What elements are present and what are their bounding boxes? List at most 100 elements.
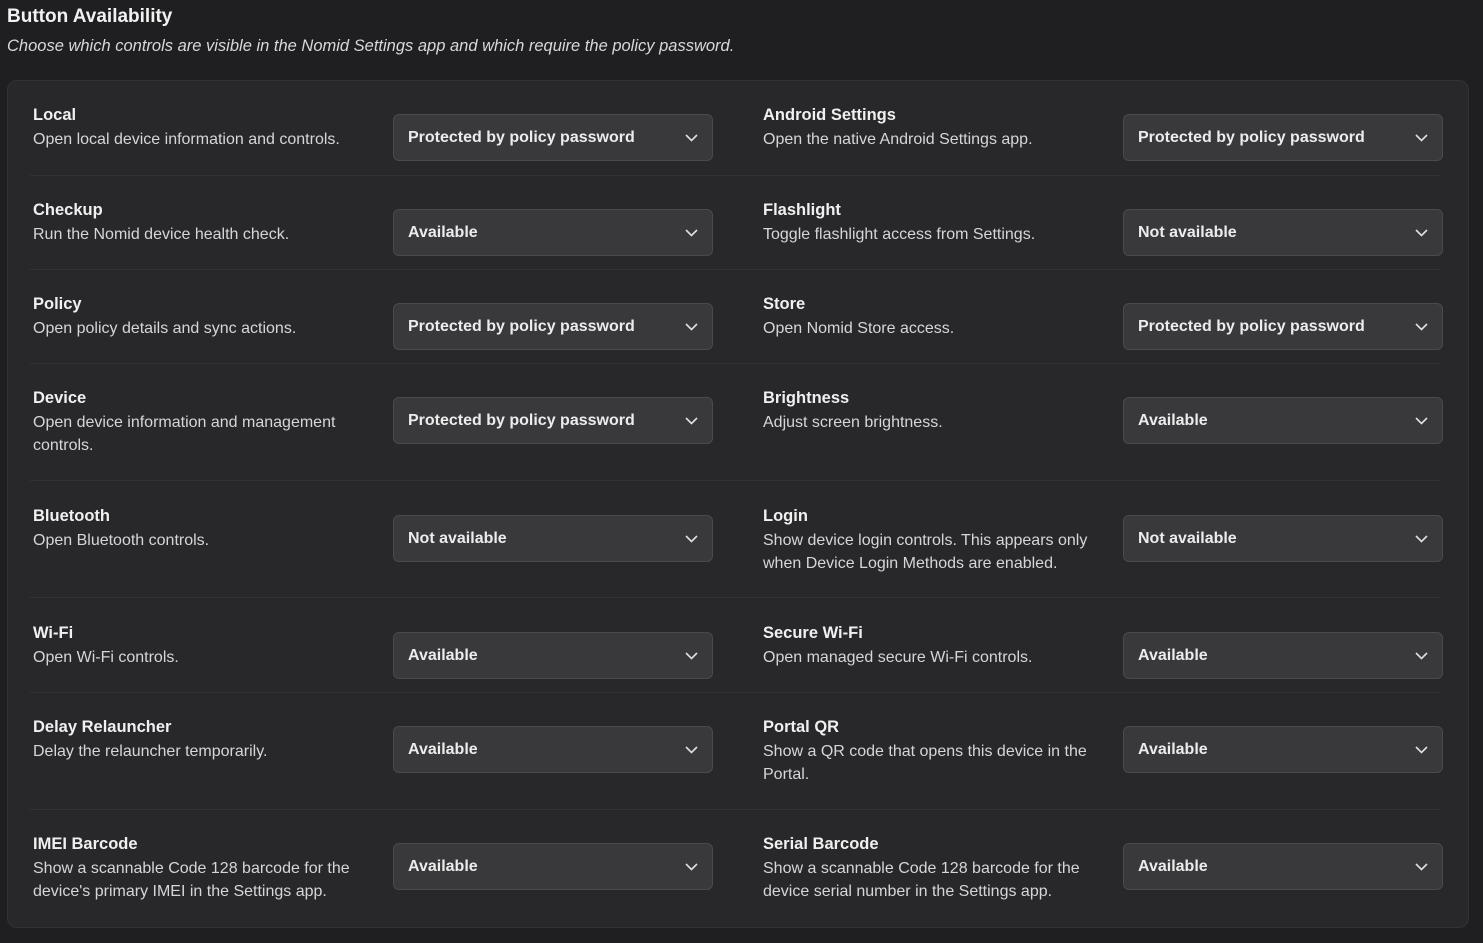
local-availability-select[interactable]: Protected by policy password <box>393 114 713 161</box>
setting-label: Local <box>33 106 77 124</box>
chevron-down-icon <box>1414 226 1428 240</box>
setting-description: Show a scannable Code 128 barcode for th… <box>33 860 350 900</box>
setting-bluetooth: Bluetooth Open Bluetooth controls. <box>33 492 373 552</box>
page-title: Button Availability <box>7 6 173 27</box>
chevron-down-icon <box>684 649 698 663</box>
select-value: Not available <box>1138 529 1237 547</box>
chevron-down-icon <box>684 743 698 757</box>
chevron-down-icon <box>684 226 698 240</box>
setting-imei-barcode: IMEI Barcode Show a scannable Code 128 b… <box>33 820 373 903</box>
chevron-down-icon <box>1414 320 1428 334</box>
setting-description: Open local device information and contro… <box>33 131 340 148</box>
setting-label: Bluetooth <box>33 507 110 525</box>
select-value: Available <box>1138 646 1208 664</box>
setting-portal-qr: Portal QR Show a QR code that opens this… <box>763 703 1103 786</box>
setting-device: Device Open device information and manag… <box>33 374 373 457</box>
setting-label: IMEI Barcode <box>33 835 138 853</box>
chevron-down-icon <box>1414 532 1428 546</box>
setting-policy: Policy Open policy details and sync acti… <box>33 280 373 340</box>
chevron-down-icon <box>684 532 698 546</box>
imei-barcode-availability-select[interactable]: Available <box>393 843 713 890</box>
android-settings-availability-select[interactable]: Protected by policy password <box>1123 114 1443 161</box>
setting-description: Open Wi-Fi controls. <box>33 649 179 666</box>
chevron-down-icon <box>684 414 698 428</box>
setting-description: Run the Nomid device health check. <box>33 226 290 243</box>
setting-description: Open policy details and sync actions. <box>33 320 297 337</box>
setting-description: Delay the relauncher temporarily. <box>33 743 268 760</box>
policy-availability-select[interactable]: Protected by policy password <box>393 303 713 350</box>
select-value: Not available <box>408 529 507 547</box>
brightness-availability-select[interactable]: Available <box>1123 397 1443 444</box>
row-divider <box>30 480 1440 481</box>
portal-qr-availability-select[interactable]: Available <box>1123 726 1443 773</box>
serial-barcode-availability-select[interactable]: Available <box>1123 843 1443 890</box>
setting-label: Serial Barcode <box>763 835 879 853</box>
setting-secure-wifi: Secure Wi-Fi Open managed secure Wi-Fi c… <box>763 609 1103 669</box>
select-value: Protected by policy password <box>408 128 635 146</box>
setting-flashlight: Flashlight Toggle flashlight access from… <box>763 186 1103 246</box>
chevron-down-icon <box>1414 860 1428 874</box>
secure-wifi-availability-select[interactable]: Available <box>1123 632 1443 679</box>
row-divider <box>30 269 1440 270</box>
setting-label: Store <box>763 295 806 313</box>
setting-description: Open Bluetooth controls. <box>33 532 210 549</box>
setting-description: Open managed secure Wi-Fi controls. <box>763 649 1033 666</box>
select-value: Protected by policy password <box>1138 317 1365 335</box>
row-divider <box>30 809 1440 810</box>
setting-label: Wi-Fi <box>33 624 74 642</box>
setting-label: Flashlight <box>763 201 841 219</box>
setting-description: Toggle flashlight access from Settings. <box>763 226 1036 243</box>
setting-label: Policy <box>33 295 82 313</box>
page-header: Button Availability Choose which control… <box>7 5 734 56</box>
login-availability-select[interactable]: Not available <box>1123 515 1443 562</box>
row-divider <box>30 175 1440 176</box>
setting-label: Device <box>33 389 87 407</box>
setting-serial-barcode: Serial Barcode Show a scannable Code 128… <box>763 820 1103 903</box>
setting-login: Login Show device login controls. This a… <box>763 492 1103 575</box>
setting-label: Portal QR <box>763 718 840 736</box>
chevron-down-icon <box>684 860 698 874</box>
chevron-down-icon <box>684 131 698 145</box>
select-value: Not available <box>1138 223 1237 241</box>
select-value: Protected by policy password <box>408 317 635 335</box>
setting-store: Store Open Nomid Store access. <box>763 280 1103 340</box>
setting-checkup: Checkup Run the Nomid device health chec… <box>33 186 373 246</box>
chevron-down-icon <box>1414 414 1428 428</box>
setting-label: Android Settings <box>763 106 896 124</box>
chevron-down-icon <box>1414 649 1428 663</box>
chevron-down-icon <box>1414 743 1428 757</box>
setting-description: Open the native Android Settings app. <box>763 131 1033 148</box>
row-divider <box>30 363 1440 364</box>
row-divider <box>30 692 1440 693</box>
setting-description: Show a scannable Code 128 barcode for th… <box>763 860 1080 900</box>
setting-delay-relauncher: Delay Relauncher Delay the relauncher te… <box>33 703 373 763</box>
page-subtitle: Choose which controls are visible in the… <box>7 37 735 55</box>
setting-label: Secure Wi-Fi <box>763 624 863 642</box>
setting-description: Adjust screen brightness. <box>763 414 943 431</box>
checkup-availability-select[interactable]: Available <box>393 209 713 256</box>
select-value: Protected by policy password <box>408 411 635 429</box>
flashlight-availability-select[interactable]: Not available <box>1123 209 1443 256</box>
setting-android-settings: Android Settings Open the native Android… <box>763 91 1103 151</box>
bluetooth-availability-select[interactable]: Not available <box>393 515 713 562</box>
chevron-down-icon <box>1414 131 1428 145</box>
delay-relauncher-availability-select[interactable]: Available <box>393 726 713 773</box>
setting-description: Show device login controls. This appears… <box>763 532 1088 572</box>
setting-description: Open device information and management c… <box>33 414 336 454</box>
select-value: Available <box>408 857 478 875</box>
select-value: Available <box>408 223 478 241</box>
store-availability-select[interactable]: Protected by policy password <box>1123 303 1443 350</box>
select-value: Protected by policy password <box>1138 128 1365 146</box>
wifi-availability-select[interactable]: Available <box>393 632 713 679</box>
setting-brightness: Brightness Adjust screen brightness. <box>763 374 1103 434</box>
setting-label: Delay Relauncher <box>33 718 172 736</box>
setting-wifi: Wi-Fi Open Wi-Fi controls. <box>33 609 373 669</box>
device-availability-select[interactable]: Protected by policy password <box>393 397 713 444</box>
setting-label: Brightness <box>763 389 850 407</box>
select-value: Available <box>1138 411 1208 429</box>
row-divider <box>30 597 1440 598</box>
select-value: Available <box>408 740 478 758</box>
setting-label: Login <box>763 507 808 525</box>
setting-label: Checkup <box>33 201 103 219</box>
setting-description: Show a QR code that opens this device in… <box>763 743 1087 783</box>
